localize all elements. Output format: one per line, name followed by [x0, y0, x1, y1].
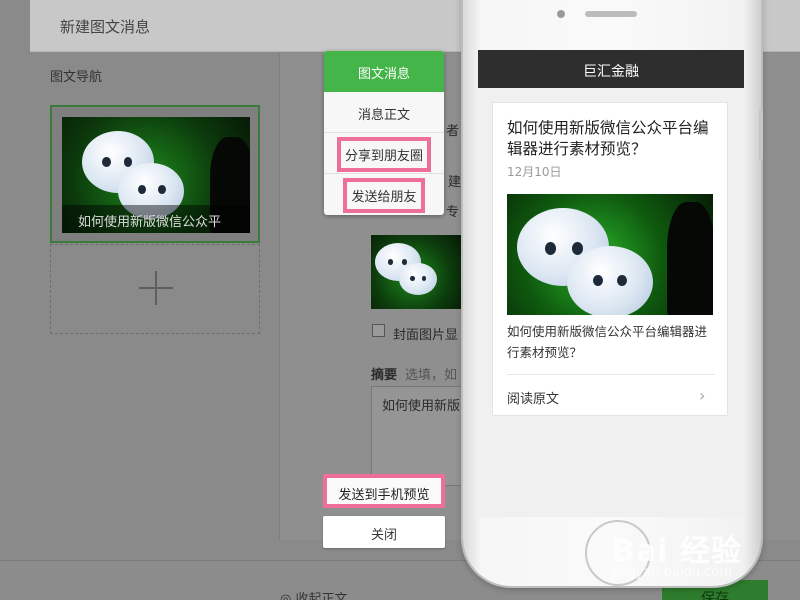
preview-mode-menu: 图文消息 消息正文 分享到朋友圈 发送给朋友	[324, 51, 444, 215]
silhouette-figure	[667, 202, 713, 315]
collapse-label: 收起正文	[295, 592, 348, 600]
send-friend-label: 发送给朋友	[343, 178, 425, 213]
plus-icon	[139, 271, 173, 305]
summary-textarea[interactable]: 如何使用新版	[371, 386, 471, 486]
field-label-fragment: 专	[446, 205, 460, 220]
share-moments-label: 分享到朋友圈	[336, 137, 431, 172]
watermark-logo: Bai 经验	[612, 534, 742, 569]
account-name: 巨汇金融	[478, 50, 744, 88]
phone-screen: 巨汇金融 如何使用新版微信公众平台编辑器进行素材预览？ 12月10日 如何使用新…	[478, 50, 744, 517]
collapse-body-toggle[interactable]: ◎ 收起正文	[280, 588, 348, 600]
nav-title: 图文导航	[50, 70, 103, 85]
cover-checkbox-label: 封面图片显	[393, 328, 459, 343]
wechat-bubble-icon	[567, 246, 653, 315]
phone-speaker	[585, 11, 637, 17]
cover-in-body-checkbox[interactable]	[372, 324, 385, 337]
wechat-bubble-icon	[399, 263, 437, 295]
article-card-caption: 如何使用新版微信公众平	[62, 205, 250, 233]
cover-image-preview	[371, 235, 463, 309]
article-title: 如何使用新版微信公众平台编辑器进行素材预览？	[507, 119, 709, 158]
menu-item-message-body[interactable]: 消息正文	[324, 92, 444, 133]
field-label-fragment: 建	[448, 175, 462, 190]
send-to-phone-preview-button[interactable]: 发送到手机预览	[323, 474, 445, 508]
add-article-button[interactable]	[50, 244, 260, 334]
summary-value: 如何使用新版	[382, 399, 461, 414]
menu-item-send-friend[interactable]: 发送给朋友	[324, 174, 444, 215]
menu-item-article-message[interactable]: 图文消息	[324, 51, 444, 92]
phone-frame: 巨汇金融 如何使用新版微信公众平台编辑器进行素材预览？ 12月10日 如何使用新…	[463, 0, 763, 586]
article-cover-image	[507, 194, 713, 315]
article-date: 12月10日	[507, 165, 562, 179]
watermark-url: jingyan.baidu.com	[612, 565, 732, 580]
summary-hint: 选填，如	[405, 368, 458, 383]
phone-side-button	[759, 110, 763, 160]
divider	[507, 374, 715, 375]
field-label-fragment: 者	[446, 124, 460, 139]
baidu-jingyan-watermark: Bai 经验 jingyan.baidu.com	[582, 510, 792, 590]
chevron-right-icon: ›	[699, 386, 706, 405]
article-nav-card[interactable]: 如何使用新版微信公众平	[50, 105, 260, 243]
article-cover-thumb: 如何使用新版微信公众平	[62, 117, 250, 233]
phone-camera	[557, 10, 565, 18]
article-summary: 如何使用新版微信公众平台编辑器进行素材预览？	[507, 324, 708, 360]
article-preview-card[interactable]: 如何使用新版微信公众平台编辑器进行素材预览？ 12月10日 如何使用新版微信公众…	[492, 102, 728, 416]
editor-title: 新建图文消息	[60, 18, 151, 36]
read-original-link[interactable]: 阅读原文	[507, 388, 559, 407]
close-button[interactable]: 关闭	[323, 516, 445, 548]
menu-item-share-moments[interactable]: 分享到朋友圈	[324, 133, 444, 174]
summary-label: 摘要	[371, 368, 398, 383]
